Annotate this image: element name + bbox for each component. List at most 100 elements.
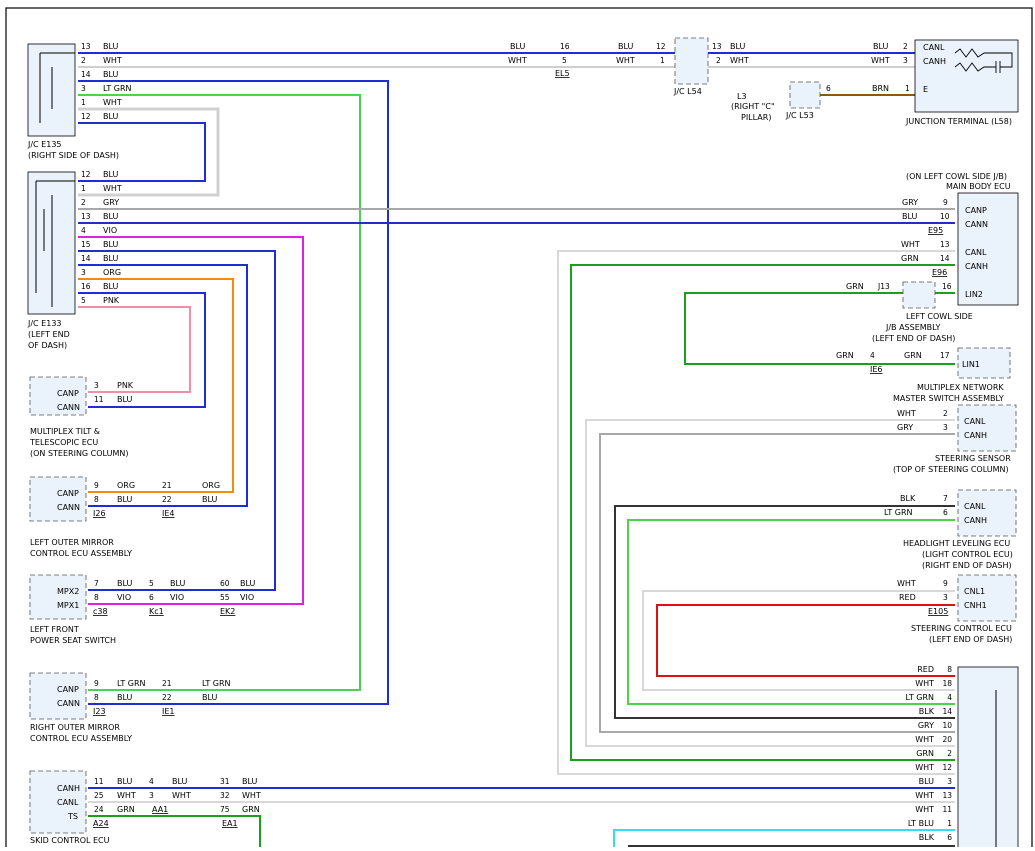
conn-kc1: Kc1	[149, 607, 164, 616]
jc-l53-label: J/C L53	[785, 111, 814, 120]
conn-ie6: IE6	[870, 365, 883, 374]
svg-text:9: 9	[943, 198, 948, 207]
conn-c38: c38	[93, 607, 108, 616]
svg-text:3: 3	[943, 423, 948, 432]
svg-text:10: 10	[940, 212, 950, 221]
e133pins-color-4: VIO	[103, 226, 117, 235]
e133pins-pin-7: 3	[81, 268, 86, 277]
svg-text:BLU: BLU	[240, 579, 256, 588]
hl-label-2: (LIGHT CONTROL ECU)	[922, 550, 1013, 559]
rjpins-pin-4: 10	[942, 721, 952, 730]
svg-text:6: 6	[826, 84, 831, 93]
tt-label-1: MULTIPLEX TILT &	[30, 427, 100, 436]
e133pins-color-8: BLU	[103, 282, 119, 291]
e135pins-pin-0: 13	[81, 42, 91, 51]
e133pins-color-5: BLU	[103, 240, 119, 249]
ss-canl: CANL	[964, 417, 986, 426]
conn-ie1: IE1	[162, 707, 175, 716]
svg-text:BLU: BLU	[618, 42, 634, 51]
lm-label-2: CONTROL ECU ASSEMBLY	[30, 549, 132, 558]
e133pins-color-9: PNK	[103, 296, 120, 305]
rjpins-color-0: RED	[917, 665, 934, 674]
sk-ts: TS	[67, 812, 78, 821]
rjpins-pin-3: 14	[942, 707, 952, 716]
e133pins-color-2: GRY	[103, 198, 119, 207]
svg-text:WHT: WHT	[117, 791, 136, 800]
rjpins-pin-0: 8	[947, 665, 952, 674]
conn-el5: EL5	[555, 69, 570, 78]
svg-text:VIO: VIO	[240, 593, 254, 602]
steering-control-ecu: WHT 9 RED 3 E105 CNL1 CNH1 STEERING CONTRO…	[897, 574, 1017, 644]
svg-text:GRY: GRY	[897, 423, 913, 432]
svg-text:25: 25	[94, 791, 104, 800]
rjpins-pin-1: 18	[942, 679, 952, 688]
conn-i26: I26	[93, 509, 106, 518]
e133pins-pin-5: 15	[81, 240, 91, 249]
svg-text:WHT: WHT	[242, 791, 261, 800]
svg-text:7: 7	[943, 494, 948, 503]
jt-canl: CANL	[923, 43, 945, 52]
svg-text:GRN: GRN	[901, 254, 919, 263]
e135pins-color-1: WHT	[103, 56, 122, 65]
conn-aa1: AA1	[152, 805, 168, 814]
e133-label-3: OF DASH)	[28, 341, 67, 350]
svg-text:1: 1	[660, 56, 665, 65]
svg-text:4: 4	[149, 777, 154, 786]
svg-text:5: 5	[149, 579, 154, 588]
svg-text:VIO: VIO	[170, 593, 184, 602]
svg-text:60: 60	[220, 579, 230, 588]
svg-text:9: 9	[943, 579, 948, 588]
conn-ek2: EK2	[220, 607, 235, 616]
e135pins-color-3: LT GRN	[103, 84, 132, 93]
rm-cann: CANN	[57, 699, 80, 708]
e135pins-pin-3: 3	[81, 84, 86, 93]
svg-text:BLU: BLU	[730, 42, 746, 51]
svg-text:ORG: ORG	[202, 481, 220, 490]
e135-label-2: (RIGHT SIDE OF DASH)	[28, 151, 119, 160]
rm-label-1: RIGHT OUTER MIRROR	[30, 723, 120, 732]
rjpins-pin-11: 1	[947, 819, 952, 828]
msw-label-1: MULTIPLEX NETWORK	[917, 383, 1004, 392]
svg-text:7: 7	[94, 579, 99, 588]
sc-label-1: STEERING CONTROL ECU	[911, 624, 1012, 633]
e133pins-color-1: WHT	[103, 184, 122, 193]
mbe-canh: CANH	[965, 262, 988, 271]
wires	[78, 52, 955, 847]
svg-text:13: 13	[940, 240, 950, 249]
steering-sensor: WHT 2 GRY 3 CANL CANH STEERING SENSOR (TOP…	[893, 404, 1017, 474]
svg-text:BLU: BLU	[117, 693, 133, 702]
e135pins-color-4: WHT	[103, 98, 122, 107]
svg-text:LT GRN: LT GRN	[884, 508, 913, 517]
svg-text:GRY: GRY	[902, 198, 918, 207]
svg-text:2: 2	[943, 409, 948, 418]
e133pins-pin-6: 14	[81, 254, 91, 263]
diagram-frame	[5, 7, 1033, 851]
hl-label-1: HEADLIGHT LEVELING ECU	[903, 539, 1010, 548]
svg-text:9: 9	[94, 679, 99, 688]
tt-canp: CANP	[57, 389, 79, 398]
jc-l54-box	[674, 37, 709, 85]
sc-cnh1: CNH1	[964, 601, 987, 610]
svg-text:BLU: BLU	[117, 495, 133, 504]
ss-label-1: STEERING SENSOR	[935, 454, 1011, 463]
rm-canp: CANP	[57, 685, 79, 694]
svg-text:BLU: BLU	[902, 212, 918, 221]
mbe-lin2: LIN2	[965, 290, 983, 299]
svg-text:GRN: GRN	[836, 351, 854, 360]
svg-text:3: 3	[94, 381, 99, 390]
svg-text:4: 4	[870, 351, 875, 360]
svg-text:WHT: WHT	[616, 56, 635, 65]
svg-text:BLU: BLU	[242, 777, 258, 786]
svg-text:22: 22	[162, 693, 172, 702]
svg-text:8: 8	[94, 593, 99, 602]
svg-text:WHT: WHT	[871, 56, 890, 65]
hl-label-3: (RIGHT END OF DASH)	[922, 561, 1012, 570]
svg-text:22: 22	[162, 495, 172, 504]
conn-i23: I23	[93, 707, 106, 716]
svg-text:1: 1	[905, 84, 910, 93]
sk-canh: CANH	[57, 784, 80, 793]
svg-text:55: 55	[220, 593, 230, 602]
svg-text:14: 14	[940, 254, 950, 263]
svg-text:WHT: WHT	[730, 56, 749, 65]
svg-text:21: 21	[162, 679, 172, 688]
